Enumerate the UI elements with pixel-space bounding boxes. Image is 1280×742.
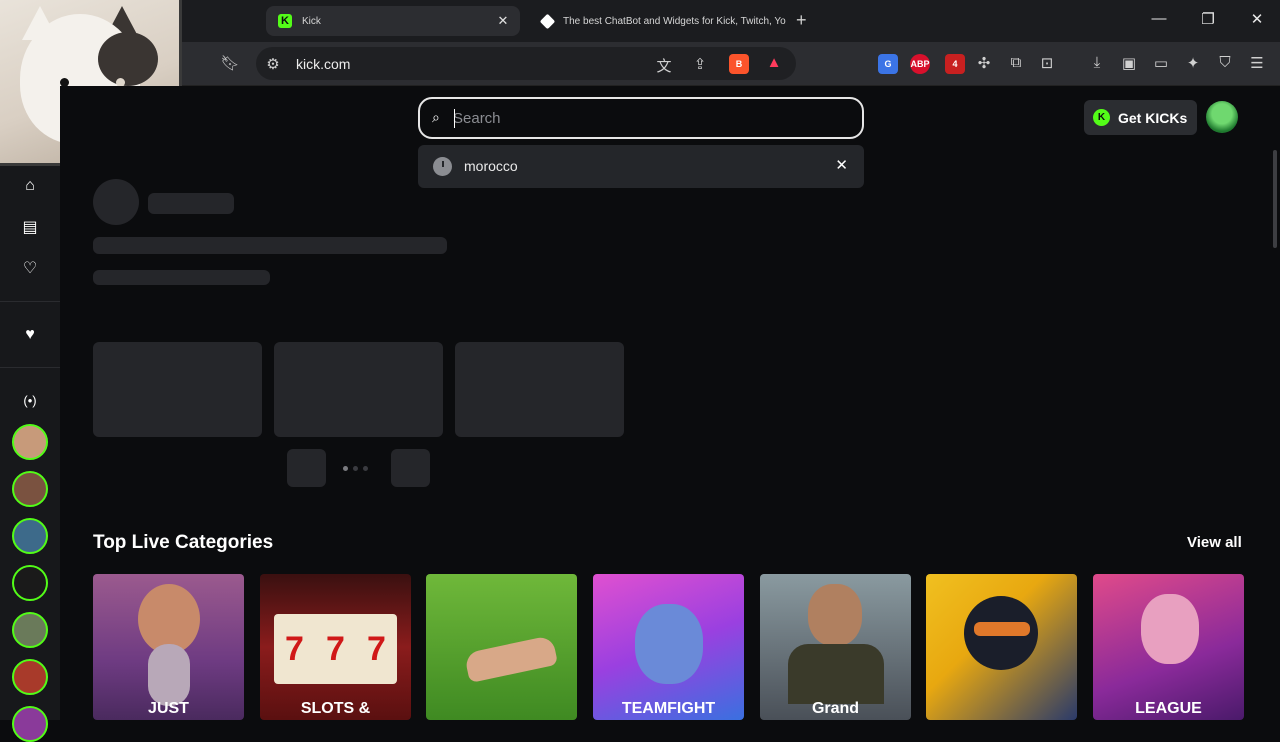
carousel-dot[interactable] [363, 466, 368, 471]
microphone-icon [148, 644, 190, 706]
search-icon: ⌕ [432, 109, 440, 125]
channel-avatar[interactable] [12, 424, 48, 460]
carousel-prev-button[interactable] [287, 449, 326, 487]
skeleton-avatar [93, 179, 139, 225]
carousel-next-button[interactable] [391, 449, 430, 487]
page-scrollbar[interactable] [1273, 150, 1277, 248]
character-body-icon [788, 644, 884, 704]
skeleton-line [93, 270, 270, 285]
text-caret [454, 109, 455, 128]
search-input[interactable] [453, 107, 843, 129]
main-content: ⌕ morocco ✕ K Get KICKs Top Live Categor… [60, 86, 1280, 720]
history-clock-icon [433, 157, 452, 176]
skeleton-card [93, 342, 262, 437]
adblock-plus-icon[interactable]: ABP [910, 54, 930, 74]
browse-icon[interactable]: ▤ [18, 215, 42, 239]
carousel-dot[interactable] [353, 466, 358, 471]
brave-rewards-icon[interactable]: ▲ [763, 54, 785, 71]
remove-recent-icon[interactable]: ✕ [835, 156, 848, 174]
kicks-icon: K [1093, 109, 1110, 126]
browser-toolbar: 🔖︎ ⚙ kick.com 文 ⇪ B ▲ G ABP 4 ✣ ⧉ ⊡ ⤓ ▣ … [0, 42, 1280, 86]
brave-shields-icon[interactable]: B [729, 54, 749, 74]
channel-avatar[interactable] [12, 518, 48, 554]
category-label: TEAMFIGHT [621, 700, 716, 717]
sidebar: ⌂ ▤ ♡ ♥ (•) [0, 166, 60, 742]
search-suggestions: morocco ✕ [418, 145, 864, 188]
get-kicks-label: Get KICKs [1118, 109, 1188, 126]
category-label: LEAGUE [1135, 700, 1202, 717]
bookmark-icon[interactable]: 🔖︎ [219, 54, 241, 72]
menu-icon[interactable]: ☰ [1246, 54, 1268, 72]
download-icon[interactable]: ⤓ [1086, 54, 1108, 71]
tab-chatbot[interactable]: The best ChatBot and Widgets for Kick, T… [530, 6, 786, 36]
cat-patch [98, 32, 158, 86]
channel-avatar[interactable] [12, 706, 48, 742]
address-bar[interactable]: ⚙ kick.com 文 ⇪ B ▲ [256, 47, 796, 80]
wallet-icon[interactable]: ▭ [1150, 54, 1172, 72]
live-channels-icon[interactable]: (•) [18, 388, 42, 412]
carousel-dots [343, 466, 368, 471]
tab-title: The best ChatBot and Widgets for Kick, T… [563, 15, 786, 27]
skeleton-line [93, 237, 447, 254]
google-translate-icon[interactable]: G [878, 54, 898, 74]
channel-avatar[interactable] [12, 471, 48, 507]
category-card[interactable]: LEAGUE [1093, 574, 1244, 720]
section-title: Top Live Categories [93, 532, 274, 553]
category-label: JUST [148, 700, 189, 717]
close-tab-icon[interactable]: ✕ [494, 13, 512, 29]
category-label: SLOTS & [300, 700, 371, 717]
extensions-puzzle-icon[interactable]: ⧉ [1005, 54, 1027, 71]
following-icon[interactable]: ♡ [18, 256, 42, 280]
extension-badge-icon[interactable]: 4 [945, 54, 965, 74]
slot-reels-icon: 777 [274, 614, 397, 684]
category-card[interactable] [926, 574, 1077, 720]
get-kicks-button[interactable]: K Get KICKs [1084, 100, 1197, 135]
close-window-icon[interactable]: ✕ [1242, 10, 1272, 28]
extension-icon[interactable]: ✣ [973, 54, 995, 72]
recent-search-item[interactable]: morocco [464, 158, 518, 174]
sidebar-divider [0, 301, 60, 302]
category-card[interactable]: TEAMFIGHT [593, 574, 744, 720]
browser-tabbar: K Kick ✕ The best ChatBot and Widgets fo… [0, 0, 1280, 42]
chatbot-favicon-icon [539, 13, 556, 29]
tab-kick[interactable]: K Kick ✕ [266, 6, 520, 36]
home-icon[interactable]: ⌂ [18, 174, 42, 198]
carousel-dot[interactable] [343, 466, 348, 471]
minimize-icon[interactable]: — [1144, 10, 1174, 27]
search-box[interactable]: ⌕ [418, 97, 864, 139]
url-text: kick.com [296, 56, 351, 72]
new-tab-icon[interactable]: + [796, 10, 807, 31]
hand-on-grass-icon [463, 634, 559, 684]
screenshot-icon[interactable]: ⊡ [1036, 54, 1058, 72]
category-card[interactable]: 777 SLOTS & [260, 574, 411, 720]
category-card[interactable] [426, 574, 577, 720]
tab-title: Kick [302, 15, 321, 27]
view-all-link[interactable]: View all [1187, 534, 1242, 551]
translate-icon[interactable]: 文 [653, 55, 675, 76]
user-avatar[interactable] [1206, 101, 1238, 133]
vpn-icon[interactable]: ⛉ [1214, 54, 1236, 71]
leo-ai-icon[interactable]: ✦ [1182, 54, 1204, 72]
channel-avatar[interactable] [12, 565, 48, 601]
share-icon[interactable]: ⇪ [689, 55, 711, 73]
goggles-icon [974, 622, 1030, 636]
sidebar-toggle-icon[interactable]: ▣ [1118, 54, 1140, 72]
character-face-icon [808, 584, 862, 646]
category-label: Grand [811, 700, 860, 717]
channel-avatar[interactable] [12, 612, 48, 648]
kick-favicon-icon: K [278, 14, 292, 28]
category-card[interactable]: JUST [93, 574, 244, 720]
restore-icon[interactable]: ❐ [1193, 10, 1223, 28]
skeleton-card [455, 342, 624, 437]
sidebar-divider [0, 367, 60, 368]
penguin-icon [635, 604, 703, 684]
skeleton-card [274, 342, 443, 437]
site-settings-icon[interactable]: ⚙ [262, 55, 284, 73]
character-face-icon [1141, 594, 1199, 664]
category-card[interactable]: Grand [760, 574, 911, 720]
followed-channels-icon[interactable]: ♥ [18, 323, 42, 347]
channel-avatar[interactable] [12, 659, 48, 695]
skeleton-line [148, 193, 234, 214]
